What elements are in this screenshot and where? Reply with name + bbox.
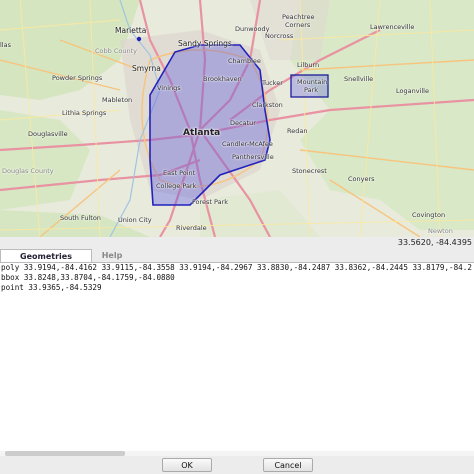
ok-button[interactable]: OK (162, 458, 212, 472)
map-label: Lilburn (297, 61, 320, 69)
map-label: Loganville (396, 87, 429, 95)
map-label: Panthersville (232, 153, 274, 161)
map-label: Forest Park (192, 198, 229, 206)
editor-line: point 33.9365,-84.5329 (1, 283, 102, 292)
map-label: Mountain (297, 78, 328, 86)
map-label: Park (304, 86, 319, 94)
editor-line: bbox 33.8248,33.8704,-84.1759,-84.0880 (1, 273, 175, 282)
map-label: Peachtree (282, 13, 315, 21)
map-label: Norcross (265, 32, 294, 40)
map-label: Newton (428, 227, 453, 235)
point-geometry (136, 36, 142, 42)
map-label: Covington (412, 211, 446, 219)
map-label: Cobb County (95, 47, 137, 55)
tab-geometries[interactable]: Geometries (0, 249, 92, 263)
map-label: East Point (163, 169, 196, 177)
map-label: Union City (118, 216, 152, 224)
map-view[interactable]: Marietta Sandy Springs Peachtree Corners… (0, 0, 474, 237)
map-label: Douglasville (28, 130, 68, 138)
map-label: Clarkston (252, 101, 283, 109)
map-label: Stonecrest (292, 167, 327, 175)
map-label: Vinings (157, 84, 181, 92)
map-label: Marietta (115, 26, 147, 35)
map-label: Lawrenceville (370, 23, 415, 31)
geometry-text-editor[interactable]: poly 33.9194,-84.4162 33.9115,-84.3558 3… (0, 263, 474, 456)
map-label: Smyrna (132, 64, 161, 73)
editor-line: poly 33.9194,-84.4162 33.9115,-84.3558 3… (1, 263, 472, 272)
tab-bar: Geometries Help (0, 249, 474, 263)
map-label: Douglas County (2, 167, 54, 175)
map-label: Mableton (102, 96, 133, 104)
map-label: Corners (285, 21, 311, 29)
map-label: South Fulton (60, 214, 101, 222)
map-label: Redan (287, 127, 308, 135)
map-label: College Park (156, 182, 197, 190)
button-bar: OK Cancel (0, 456, 474, 474)
cancel-button[interactable]: Cancel (263, 458, 313, 472)
map-label: Atlanta (183, 128, 221, 138)
map-label: llas (0, 41, 11, 49)
map-label: Decatur (230, 119, 256, 127)
map-label: Powder Springs (52, 74, 103, 82)
map-label: Brookhaven (203, 75, 242, 83)
tab-help[interactable]: Help (92, 249, 132, 263)
map-label: Chamblee (228, 57, 261, 65)
map-label: Lithia Springs (62, 109, 107, 117)
coordinate-readout: 33.5620, -84.4395 (0, 237, 474, 249)
map-label: Tucker (262, 79, 283, 87)
map-label: Conyers (348, 175, 375, 183)
map-label: Sandy Springs (178, 39, 232, 48)
map-label: Snellville (344, 75, 374, 83)
map-label: Riverdale (176, 224, 207, 232)
map-label: Candler-McAfee (222, 140, 273, 148)
